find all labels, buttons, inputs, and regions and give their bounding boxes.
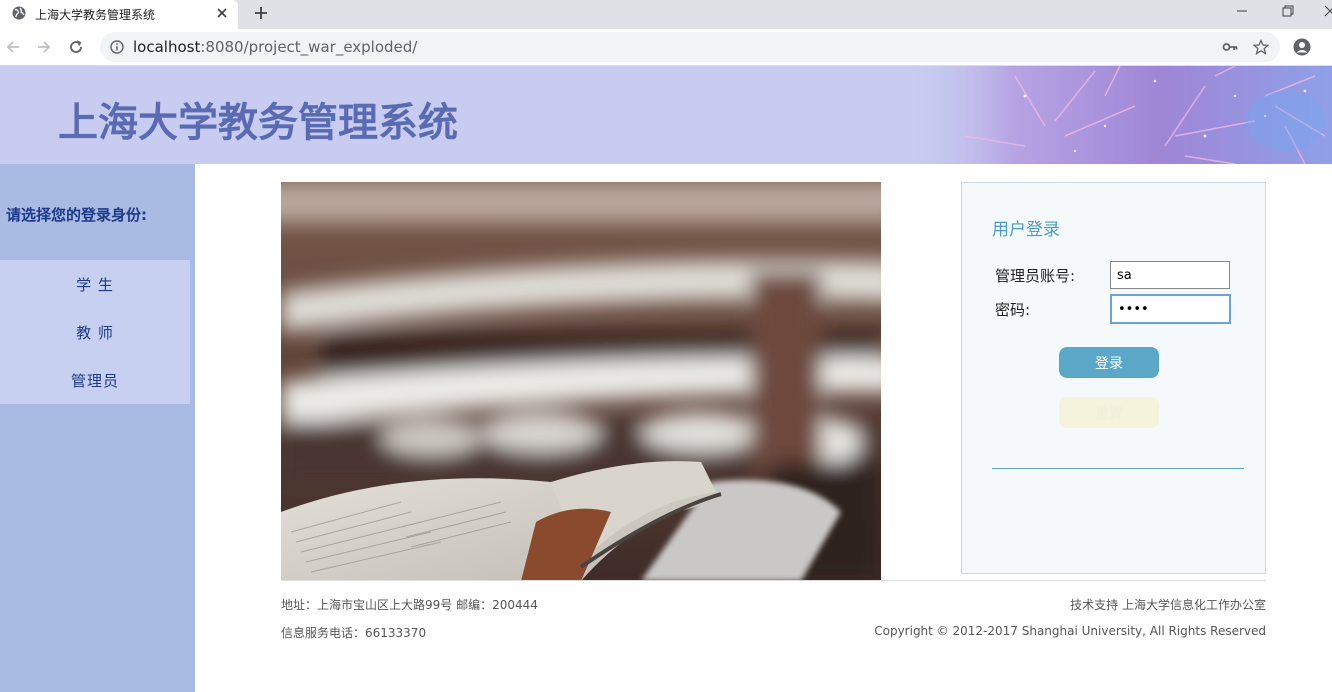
role-student[interactable]: 学 生 (0, 274, 190, 298)
book-photo (281, 182, 881, 581)
role-admin[interactable]: 管理员 (0, 370, 190, 394)
new-tab-icon[interactable] (252, 4, 270, 22)
login-button[interactable]: 登录 (1059, 347, 1159, 378)
login-title: 用户登录 (992, 220, 1060, 240)
footer-address: 地址：上海市宝山区上大路99号 邮编：200444 (281, 598, 538, 612)
close-tab-icon[interactable] (215, 6, 229, 20)
browser-tab[interactable]: 上海大学教务管理系统 (0, 0, 238, 29)
url-text: localhost:8080/project_war_exploded/ (133, 38, 417, 56)
role-menu: 学 生 教 师 管理员 (0, 260, 190, 404)
address-bar[interactable]: localhost:8080/project_war_exploded/ (100, 32, 1280, 62)
tab-title: 上海大学教务管理系统 (35, 8, 156, 22)
globe-icon (12, 6, 26, 20)
sidebar: 请选择您的登录身份: 学 生 教 师 管理员 (0, 164, 195, 692)
restore-icon[interactable] (1278, 2, 1298, 20)
password-label: 密码: (995, 301, 1031, 319)
login-divider (992, 468, 1244, 469)
star-icon[interactable] (1253, 39, 1269, 55)
password-input[interactable] (1110, 294, 1231, 324)
close-window-icon[interactable] (1318, 2, 1332, 20)
footer-support: 技术支持 上海大学信息化工作办公室 (1070, 598, 1266, 612)
role-teacher[interactable]: 教 师 (0, 322, 190, 346)
site-title: 上海大学教务管理系统 (58, 100, 458, 146)
browser-toolbar: localhost:8080/project_war_exploded/ (0, 29, 1332, 66)
key-icon[interactable] (1222, 40, 1238, 54)
footer-phone: 信息服务电话：66133370 (281, 626, 427, 640)
footer-copyright: Copyright © 2012-2017 Shanghai Universit… (874, 624, 1266, 638)
forward-icon[interactable] (35, 38, 53, 56)
account-input[interactable] (1110, 261, 1230, 289)
login-role-prompt: 请选择您的登录身份: (6, 206, 147, 224)
page: 上海大学教务管理系统 请选择您的登录身份: 学 生 教 师 管理员 用户登录 管… (0, 66, 1332, 692)
footer-divider (281, 580, 1266, 581)
info-icon[interactable] (110, 40, 124, 54)
account-label: 管理员账号: (995, 267, 1076, 285)
profile-icon[interactable] (1293, 38, 1311, 56)
minimize-icon[interactable] (1232, 2, 1252, 20)
url-host: localhost (133, 38, 201, 56)
login-panel: 用户登录 管理员账号: 密码: 登录 重置 (961, 182, 1266, 574)
fireworks-image (905, 66, 1332, 164)
browser-tabstrip: 上海大学教务管理系统 (0, 0, 1332, 29)
reset-button[interactable]: 重置 (1059, 397, 1159, 428)
url-path: :8080/project_war_exploded/ (200, 38, 418, 56)
reload-icon[interactable] (67, 38, 85, 56)
back-icon[interactable] (4, 38, 22, 56)
banner: 上海大学教务管理系统 (0, 66, 1332, 164)
